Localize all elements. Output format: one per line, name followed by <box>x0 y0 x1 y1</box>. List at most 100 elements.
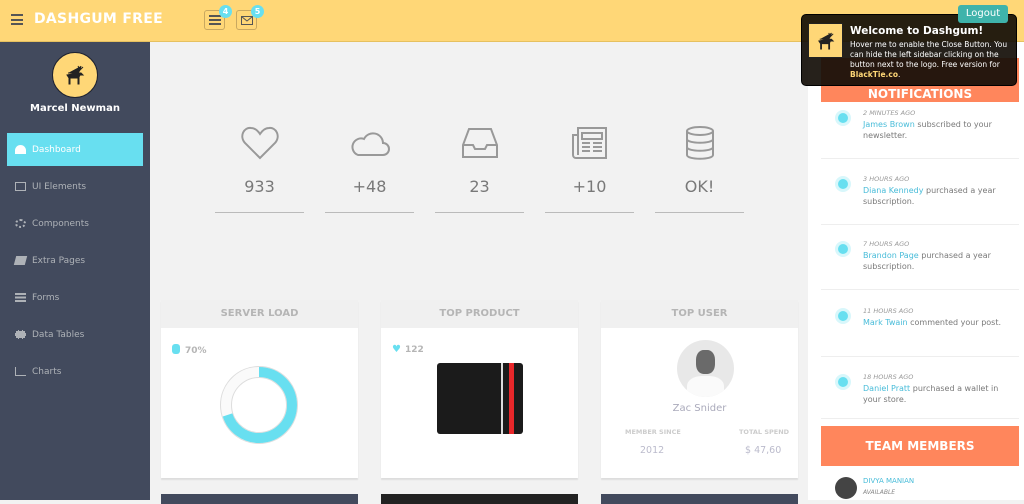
sidebar-item-charts[interactable]: Charts <box>7 355 143 388</box>
stat-value: +10 <box>572 177 607 196</box>
envelope-icon <box>240 15 253 25</box>
member-name: DIVYA MANIAN <box>863 477 915 485</box>
sidebar-item-label: Data Tables <box>32 329 85 340</box>
sidebar-item-forms[interactable]: Forms <box>7 281 143 314</box>
divider <box>821 418 1019 419</box>
sidebar-item-label: Charts <box>32 366 62 377</box>
stat-likes: 933 <box>215 125 304 213</box>
notification-user-link[interactable]: Mark Twain <box>863 318 908 327</box>
user-name: Marcel Newman <box>30 103 120 114</box>
notification-time: 18 HOURS AGO <box>863 373 914 381</box>
cogs-icon <box>15 219 26 228</box>
card-title: TOP PRODUCT <box>381 300 578 328</box>
clock-icon <box>835 374 851 390</box>
tasks-icon <box>15 293 26 302</box>
wallet-image <box>437 363 523 434</box>
notification-time: 7 HOURS AGO <box>863 240 910 248</box>
member-since-label: MEMBER SINCE <box>625 428 681 436</box>
welcome-popup[interactable]: Welcome to Dashgum! Hover me to enable t… <box>801 14 1017 86</box>
sidebar: Marcel Newman Dashboard UI Elements Comp… <box>0 42 150 500</box>
divider <box>821 224 1019 225</box>
tasks-badge: 4 <box>219 5 232 18</box>
card-title: SERVER LOAD <box>161 300 358 328</box>
stat-value: 933 <box>244 177 275 196</box>
dashboard-icon <box>15 145 26 154</box>
desktop-icon <box>15 182 26 191</box>
blacktie-link[interactable]: BlackTie.co <box>850 70 898 79</box>
clock-icon <box>835 110 851 126</box>
sidebar-item-label: Forms <box>32 292 60 303</box>
notification-item[interactable]: 18 HOURS AGO Daniel Pratt purchased a wal… <box>835 372 1005 405</box>
sidebar-toggle-icon[interactable] <box>11 14 23 25</box>
database-icon <box>685 126 714 160</box>
newspaper-icon <box>571 127 607 159</box>
sidebar-item-components[interactable]: Components <box>7 207 143 240</box>
tasks-icon <box>208 15 221 25</box>
server-load-card: SERVER LOAD 70% <box>161 300 358 478</box>
popup-body: Hover me to enable the Close Button. You… <box>850 40 1008 69</box>
inbox-icon <box>461 128 498 158</box>
deer-logo-icon <box>808 23 843 58</box>
notification-user-link[interactable]: Brandon Page <box>863 251 919 260</box>
product-likes: 122 <box>404 345 424 355</box>
sidebar-item-label: Extra Pages <box>32 255 86 266</box>
clock-icon <box>835 176 851 192</box>
member-status: AVAILABLE <box>863 489 896 496</box>
server-load-donut <box>220 366 298 444</box>
clock-icon <box>835 308 851 324</box>
sidebar-item-data-tables[interactable]: Data Tables <box>7 318 143 351</box>
messages-badge: 5 <box>251 5 264 18</box>
total-spend-value: $ 47,60 <box>745 445 782 456</box>
heart-icon: ♥ <box>392 344 401 355</box>
stat-value: OK! <box>684 177 715 196</box>
logout-button[interactable]: Logout <box>958 5 1008 23</box>
sidebar-item-label: Components <box>32 218 89 229</box>
notification-user-link[interactable]: James Brown <box>863 120 915 129</box>
weather-card <box>161 494 358 504</box>
sidebar-item-extra-pages[interactable]: Extra Pages <box>7 244 143 277</box>
sidebar-item-label: Dashboard <box>32 144 81 155</box>
logo[interactable]: DASHGUM FREE <box>34 11 163 27</box>
member-avatar <box>835 477 857 499</box>
database-icon <box>172 344 180 354</box>
book-icon <box>13 256 28 265</box>
stat-value: +48 <box>352 177 387 196</box>
stat-cloud: +48 <box>325 125 414 213</box>
notification-user-link[interactable]: Diana Kennedy <box>863 186 923 195</box>
clock-icon <box>835 241 851 257</box>
sidebar-item-ui-elements[interactable]: UI Elements <box>7 170 143 203</box>
stat-inbox: 23 <box>435 125 524 213</box>
stat-value: 23 <box>469 177 490 196</box>
table-icon <box>15 330 26 339</box>
sidebar-item-dashboard[interactable]: Dashboard <box>7 133 143 166</box>
heart-icon <box>240 126 279 160</box>
total-spend-label: TOTAL SPEND <box>739 428 790 436</box>
avatar[interactable] <box>52 52 98 98</box>
tasks-button[interactable]: 4 <box>204 5 232 30</box>
notification-user-link[interactable]: Daniel Pratt <box>863 384 910 393</box>
notification-time: 2 MINUTES AGO <box>863 109 916 117</box>
notification-item[interactable]: 11 HOURS AGO Mark Twain commented your po… <box>835 306 1005 328</box>
team-members-header: TEAM MEMBERS <box>821 426 1019 466</box>
notification-time: 11 HOURS AGO <box>863 307 914 315</box>
notification-item[interactable]: 2 MINUTES AGO James Brown subscribed to y… <box>835 108 1005 141</box>
notification-item[interactable]: 3 HOURS AGO Diana Kennedy purchased a yea… <box>835 174 1005 207</box>
messages-button[interactable]: 5 <box>236 5 264 30</box>
image-card <box>381 494 578 504</box>
member-since-value: 2012 <box>640 445 665 456</box>
popup-title: Welcome to Dashgum! <box>850 25 984 37</box>
notification-text: commented your post. <box>907 318 1002 327</box>
popup-end: . <box>898 70 901 79</box>
notification-item[interactable]: 7 HOURS AGO Brandon Page purchased a year… <box>835 239 1005 272</box>
stat-database: OK! <box>655 125 744 213</box>
stat-news: +10 <box>545 125 634 213</box>
server-load-value: 70% <box>185 346 207 356</box>
divider <box>821 356 1019 357</box>
top-user-card: TOP USER Zac Snider MEMBER SINCE TOTAL S… <box>601 300 798 478</box>
top-product-card: TOP PRODUCT ♥ 122 <box>381 300 578 478</box>
chart-icon <box>15 367 26 376</box>
cloud-icon <box>350 132 390 156</box>
user-photo[interactable] <box>677 340 734 397</box>
notification-time: 3 HOURS AGO <box>863 175 910 183</box>
divider <box>821 289 1019 290</box>
